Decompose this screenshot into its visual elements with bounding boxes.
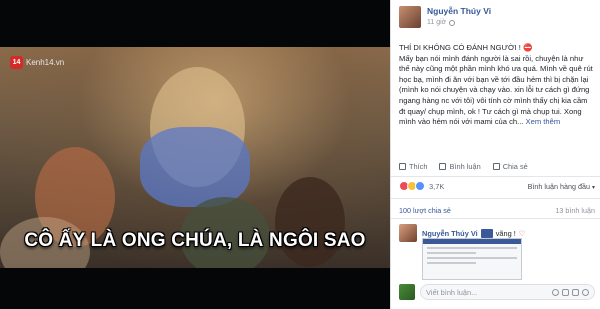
shares-count[interactable]: 100 lượt chia sẻ xyxy=(399,206,451,215)
globe-icon xyxy=(449,19,456,26)
watermark-badge: 14 xyxy=(10,56,23,69)
media-panel[interactable]: 14 Kenh14.vn CÔ ẤY LÀ ONG CHÚA, LÀ NGÔI … xyxy=(0,0,390,309)
see-more-link[interactable]: Xem thêm xyxy=(526,117,561,126)
share-label: Chia sẻ xyxy=(502,162,528,171)
watermark-text: Kenh14.vn xyxy=(26,58,65,67)
like-button[interactable]: Thích xyxy=(399,162,427,171)
heart-icon: ♡ xyxy=(518,228,526,238)
reactions-summary[interactable]: 3,7K xyxy=(399,181,444,191)
comments-count[interactable]: 13 bình luận xyxy=(555,206,595,215)
gif-icon[interactable] xyxy=(572,288,579,296)
like-reaction-icon xyxy=(415,181,425,191)
photo-figure-right xyxy=(275,177,345,267)
divider xyxy=(391,198,600,199)
image-caption: CÔ ẤY LÀ ONG CHÚA, LÀ NGÔI SAO xyxy=(24,230,366,251)
post-meta: 11 giờ xyxy=(427,19,491,26)
attachment-line xyxy=(427,247,517,249)
camera-icon[interactable] xyxy=(562,288,569,296)
like-label: Thích xyxy=(409,162,428,171)
reaction-count: 3,7K xyxy=(429,181,445,191)
divider xyxy=(391,218,600,219)
commenter-avatar[interactable] xyxy=(399,224,417,242)
author-avatar[interactable] xyxy=(399,6,421,28)
divider xyxy=(391,176,600,177)
heart-emoji-icon: ⛔ xyxy=(522,43,533,52)
comment-button[interactable]: Bình luận xyxy=(439,162,481,171)
post-body: THÍ DI KHÔNG CÓ ĐÁNH NGƯỜI ! ⛔ Mấy bạn n… xyxy=(399,43,595,128)
attachment-line xyxy=(427,257,517,259)
comment-item: Nguyễn Thúy Vi vãng ! ♡ xyxy=(399,224,595,280)
composer-icons xyxy=(552,288,589,296)
sticker-icon[interactable] xyxy=(582,288,589,296)
emoji-icon[interactable] xyxy=(552,288,559,296)
post-stats: 100 lượt chia sẻ 13 bình luận xyxy=(399,206,595,215)
reactions-bar: 3,7K Bình luận hàng đầu ▾ xyxy=(399,181,595,191)
comment-label: Bình luận xyxy=(449,162,481,171)
commenter-name[interactable]: Nguyễn Thúy Vi xyxy=(422,229,478,238)
comment-attachment-image[interactable] xyxy=(422,238,522,280)
photo-figure-shirt xyxy=(140,127,250,207)
post-panel: Nguyễn Thúy Vi 11 giờ THÍ DI KHÔNG CÓ ĐÁ… xyxy=(390,0,600,309)
post-header: Nguyễn Thúy Vi 11 giờ xyxy=(399,6,491,28)
comment-icon xyxy=(439,163,447,170)
comment-sort-dropdown[interactable]: Bình luận hàng đầu ▾ xyxy=(528,182,595,191)
attachment-line xyxy=(427,252,476,254)
comment-input-box[interactable] xyxy=(420,284,595,300)
viewer-avatar xyxy=(399,284,415,300)
chevron-down-icon: ▾ xyxy=(591,184,595,191)
share-button[interactable]: Chia sẻ xyxy=(492,162,528,171)
comment-input[interactable] xyxy=(426,287,526,297)
comment-text: vãng ! xyxy=(495,228,516,238)
post-headline: THÍ DI KHÔNG CÓ ĐÁNH NGƯỜI ! ⛔ xyxy=(399,43,595,54)
comment-sort-label: Bình luận hàng đầu xyxy=(527,181,590,191)
attachment-line xyxy=(427,262,476,264)
facebook-thumb-icon xyxy=(480,228,493,238)
comment-composer xyxy=(399,284,595,300)
watermark: 14 Kenh14.vn xyxy=(10,56,64,69)
author-name[interactable]: Nguyễn Thúy Vi xyxy=(427,6,491,16)
thumbs-up-icon xyxy=(399,163,406,170)
post-time[interactable]: 11 giờ xyxy=(427,19,446,26)
post-actions: Thích Bình luận Chia sẻ xyxy=(399,162,595,171)
attachment-header xyxy=(423,239,521,244)
share-icon xyxy=(492,163,500,170)
post-body-text: Mấy bạn nói mình đánh người là sai rồi, … xyxy=(399,53,593,127)
post-headline-text: THÍ DI KHÔNG CÓ ĐÁNH NGƯỜI ! xyxy=(399,43,521,52)
